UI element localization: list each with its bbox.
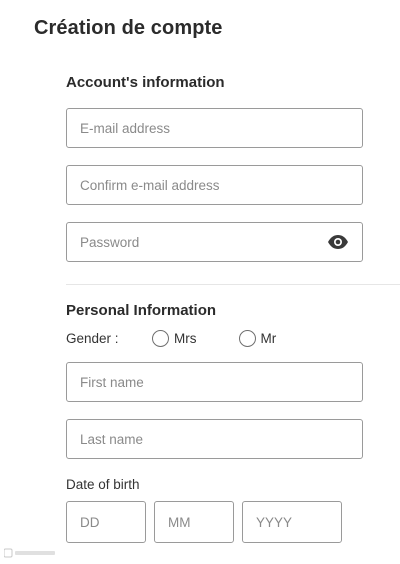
eye-icon[interactable] [327, 234, 349, 250]
confirm-email-field-wrapper [66, 165, 363, 205]
first-name-field[interactable] [80, 363, 320, 401]
account-section-title: Account's information [66, 74, 225, 91]
first-name-field-wrapper [66, 362, 363, 402]
dob-day-field[interactable] [80, 502, 140, 542]
dob-year-wrapper [242, 501, 342, 543]
radio-mrs-label: Mrs [174, 330, 197, 346]
confirm-email-field[interactable] [80, 166, 320, 204]
radio-mr-label: Mr [260, 330, 277, 346]
dob-month-wrapper [154, 501, 234, 543]
email-field-wrapper [66, 108, 363, 148]
gender-option-mrs[interactable]: Mrs [152, 329, 197, 347]
personal-section-title: Personal Information [66, 302, 217, 319]
gender-option-mr[interactable]: Mr [238, 329, 277, 347]
dob-label: Date of birth [66, 477, 140, 492]
page-title: Création de compte [34, 17, 223, 39]
radio-mrs[interactable] [152, 329, 169, 347]
dob-month-field[interactable] [168, 502, 228, 542]
gender-label: Gender : [66, 330, 119, 346]
dob-day-wrapper [66, 501, 146, 543]
last-name-field-wrapper [66, 419, 363, 459]
password-field[interactable] [80, 223, 320, 261]
account-creation-page: Création de compte Account's information… [0, 0, 400, 564]
section-divider [66, 284, 400, 285]
last-name-field[interactable] [80, 420, 320, 458]
gender-selector: Gender : Mrs Mr [66, 328, 318, 348]
watermark-logo [4, 547, 56, 559]
dob-year-field[interactable] [256, 502, 336, 542]
email-field[interactable] [80, 109, 320, 147]
password-field-wrapper [66, 222, 363, 262]
radio-mr[interactable] [238, 329, 256, 347]
